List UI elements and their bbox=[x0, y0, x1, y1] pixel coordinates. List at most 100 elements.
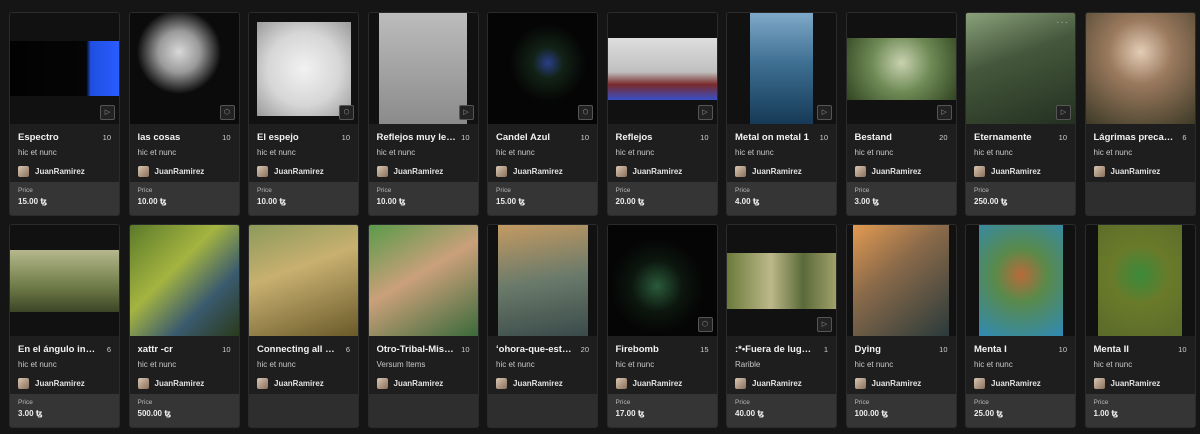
card-thumbnail[interactable] bbox=[846, 225, 956, 336]
card-thumbnail[interactable]: ▷ bbox=[727, 13, 836, 124]
creator-name[interactable]: JuanRamirez bbox=[1111, 379, 1161, 388]
card-thumbnail[interactable]: ⬡ bbox=[488, 13, 597, 124]
more-options-icon[interactable]: ··· bbox=[1056, 17, 1069, 28]
creator-name[interactable]: JuanRamirez bbox=[633, 379, 683, 388]
card-title[interactable]: Otro-Tribal-Mismo bbox=[377, 344, 457, 355]
creator-name[interactable]: JuanRamirez bbox=[513, 167, 563, 176]
card-thumbnail[interactable] bbox=[249, 225, 358, 336]
nft-card[interactable]: ⬡ Firebomb 15 hic et nunc JuanRamirez Pr… bbox=[606, 224, 718, 428]
card-title[interactable]: Candel Azul bbox=[496, 132, 550, 143]
creator-row[interactable]: JuanRamirez bbox=[1093, 378, 1187, 389]
nft-card[interactable]: ʻohora-que-estamos 20 hic et nunc JuanRa… bbox=[487, 224, 598, 428]
card-thumbnail[interactable] bbox=[129, 225, 239, 336]
creator-row[interactable]: JuanRamirez bbox=[496, 166, 589, 177]
card-title[interactable]: Reflejos bbox=[616, 132, 653, 143]
card-thumbnail[interactable] bbox=[1085, 13, 1195, 124]
creator-name[interactable]: JuanRamirez bbox=[752, 167, 802, 176]
card-title[interactable]: :*•Fuera de lugar•*: bbox=[735, 344, 815, 355]
creator-name[interactable]: JuanRamirez bbox=[991, 379, 1041, 388]
card-thumbnail[interactable] bbox=[1085, 225, 1195, 336]
card-thumbnail[interactable] bbox=[966, 225, 1075, 336]
card-title[interactable]: Bestand bbox=[855, 132, 892, 143]
creator-row[interactable]: JuanRamirez bbox=[974, 166, 1067, 177]
card-title[interactable]: Menta II bbox=[1094, 344, 1129, 355]
card-title[interactable]: Espectro bbox=[18, 132, 59, 143]
creator-name[interactable]: JuanRamirez bbox=[394, 167, 444, 176]
nft-card[interactable]: Otro-Tribal-Mismo 10 Versum Items JuanRa… bbox=[367, 224, 479, 428]
card-thumbnail[interactable]: ▷ bbox=[846, 13, 956, 124]
creator-name[interactable]: JuanRamirez bbox=[35, 167, 85, 176]
nft-card[interactable]: xattr -cr 10 hic et nunc JuanRamirez Pri… bbox=[128, 224, 240, 428]
nft-card[interactable]: Lágrimas precarias 6 hic et nunc JuanRam… bbox=[1084, 12, 1196, 216]
creator-row[interactable]: JuanRamirez bbox=[854, 378, 948, 389]
card-title[interactable]: En el ángulo inferior bbox=[18, 344, 98, 355]
creator-row[interactable]: JuanRamirez bbox=[257, 378, 350, 389]
nft-card[interactable]: ··· ▷ Eternamente 10 hic et nunc JuanRam… bbox=[965, 12, 1076, 216]
card-title[interactable]: xattr -cr bbox=[138, 344, 173, 355]
creator-row[interactable]: JuanRamirez bbox=[854, 166, 948, 177]
creator-name[interactable]: JuanRamirez bbox=[274, 167, 324, 176]
card-title[interactable]: Menta I bbox=[974, 344, 1007, 355]
card-title[interactable]: las cosas bbox=[138, 132, 181, 143]
nft-card[interactable]: ⬡ Candel Azul 10 hic et nunc JuanRamirez… bbox=[487, 12, 598, 216]
creator-row[interactable]: JuanRamirez bbox=[18, 166, 111, 177]
creator-name[interactable]: JuanRamirez bbox=[752, 379, 802, 388]
creator-row[interactable]: JuanRamirez bbox=[974, 378, 1067, 389]
creator-name[interactable]: JuanRamirez bbox=[1111, 167, 1161, 176]
creator-name[interactable]: JuanRamirez bbox=[155, 167, 205, 176]
creator-row[interactable]: JuanRamirez bbox=[735, 166, 828, 177]
creator-row[interactable]: JuanRamirez bbox=[137, 378, 231, 389]
card-title[interactable]: El espejo bbox=[257, 132, 299, 143]
card-title[interactable]: Metal on metal 1 bbox=[735, 132, 809, 143]
card-thumbnail[interactable]: ··· ▷ bbox=[966, 13, 1075, 124]
creator-row[interactable]: JuanRamirez bbox=[496, 378, 589, 389]
nft-card[interactable]: ▷ Reflejos 10 hic et nunc JuanRamirez Pr… bbox=[606, 12, 718, 216]
card-thumbnail[interactable]: ▷ bbox=[607, 13, 717, 124]
nft-card[interactable]: En el ángulo inferior 6 hic et nunc Juan… bbox=[9, 224, 120, 428]
creator-row[interactable]: JuanRamirez bbox=[257, 166, 350, 177]
card-title[interactable]: Dying bbox=[855, 344, 881, 355]
card-title[interactable]: Firebomb bbox=[616, 344, 659, 355]
nft-card[interactable]: Menta II 10 hic et nunc JuanRamirez Pric… bbox=[1084, 224, 1196, 428]
nft-card[interactable]: ⬡ las cosas 10 hic et nunc JuanRamirez P… bbox=[128, 12, 240, 216]
creator-row[interactable]: JuanRamirez bbox=[615, 166, 709, 177]
card-thumbnail[interactable]: ⬡ bbox=[249, 13, 358, 124]
nft-card[interactable]: ▷ Bestand 20 hic et nunc JuanRamirez Pri… bbox=[845, 12, 957, 216]
card-thumbnail[interactable] bbox=[10, 225, 119, 336]
creator-row[interactable]: JuanRamirez bbox=[376, 166, 470, 177]
card-title[interactable]: ʻohora-que-estamos bbox=[496, 344, 576, 355]
card-thumbnail[interactable]: ▷ bbox=[10, 13, 119, 124]
nft-card[interactable]: ▷ Metal on metal 1 10 hic et nunc JuanRa… bbox=[726, 12, 837, 216]
creator-name[interactable]: JuanRamirez bbox=[872, 167, 922, 176]
creator-name[interactable]: JuanRamirez bbox=[872, 379, 922, 388]
card-thumbnail[interactable] bbox=[488, 225, 597, 336]
nft-card[interactable]: ▷ Reflejos muy lejanos 10 hic et nunc Ju… bbox=[367, 12, 479, 216]
nft-card[interactable]: Dying 10 hic et nunc JuanRamirez Price 1… bbox=[845, 224, 957, 428]
card-thumbnail[interactable]: ⬡ bbox=[129, 13, 239, 124]
card-thumbnail[interactable] bbox=[368, 225, 478, 336]
nft-card[interactable]: ⬡ El espejo 10 hic et nunc JuanRamirez P… bbox=[248, 12, 359, 216]
creator-name[interactable]: JuanRamirez bbox=[35, 379, 85, 388]
card-title[interactable]: Connecting all the points bbox=[257, 344, 337, 355]
card-thumbnail[interactable]: ⬡ bbox=[607, 225, 717, 336]
card-title[interactable]: Lágrimas precarias bbox=[1094, 132, 1174, 143]
creator-row[interactable]: JuanRamirez bbox=[735, 378, 828, 389]
nft-card[interactable]: ▷ :*•Fuera de lugar•*: 1 Rarible JuanRam… bbox=[726, 224, 837, 428]
nft-card[interactable]: Connecting all the points 6 hic et nunc … bbox=[248, 224, 359, 428]
creator-name[interactable]: JuanRamirez bbox=[633, 167, 683, 176]
card-thumbnail[interactable]: ▷ bbox=[727, 225, 836, 336]
creator-row[interactable]: JuanRamirez bbox=[376, 378, 470, 389]
creator-row[interactable]: JuanRamirez bbox=[615, 378, 709, 389]
card-title[interactable]: Eternamente bbox=[974, 132, 1032, 143]
creator-name[interactable]: JuanRamirez bbox=[394, 379, 444, 388]
card-title[interactable]: Reflejos muy lejanos bbox=[377, 132, 457, 143]
nft-card[interactable]: ▷ Espectro 10 hic et nunc JuanRamirez Pr… bbox=[9, 12, 120, 216]
creator-name[interactable]: JuanRamirez bbox=[274, 379, 324, 388]
creator-row[interactable]: JuanRamirez bbox=[1093, 166, 1187, 177]
nft-card[interactable]: Menta I 10 hic et nunc JuanRamirez Price… bbox=[965, 224, 1076, 428]
card-thumbnail[interactable]: ▷ bbox=[368, 13, 478, 124]
creator-row[interactable]: JuanRamirez bbox=[137, 166, 231, 177]
creator-row[interactable]: JuanRamirez bbox=[18, 378, 111, 389]
creator-name[interactable]: JuanRamirez bbox=[991, 167, 1041, 176]
creator-name[interactable]: JuanRamirez bbox=[155, 379, 205, 388]
